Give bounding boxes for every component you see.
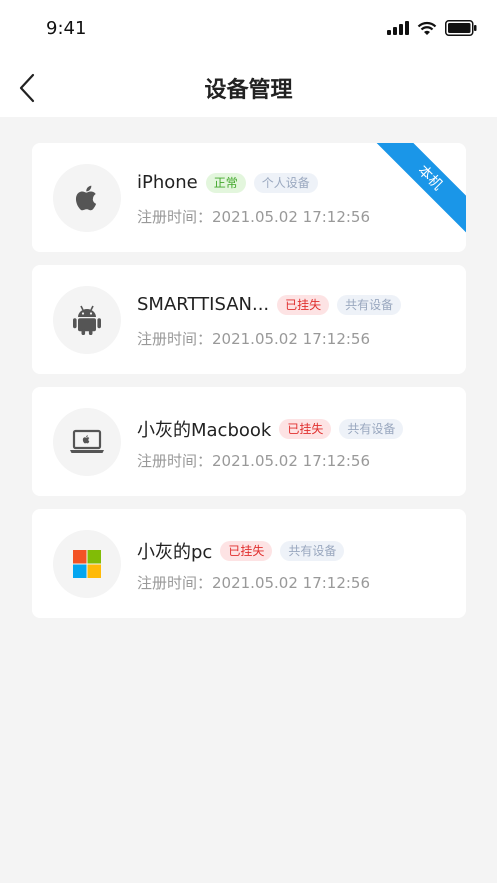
device-card-smarttisan[interactable]: SMARTTISAN... 已挂失 共有设备 注册时间：2021.05.02 1… [32, 265, 466, 374]
device-card-iphone[interactable]: iPhone 正常 个人设备 注册时间：2021.05.02 17:12:56 … [32, 143, 466, 252]
device-list: iPhone 正常 个人设备 注册时间：2021.05.02 17:12:56 … [32, 143, 466, 631]
device-title-row: 小灰的pc 已挂失 共有设备 [137, 538, 352, 564]
windows-icon [73, 550, 101, 578]
android-icon [73, 305, 101, 335]
status-time: 9:41 [46, 18, 87, 39]
device-name: 小灰的pc [137, 542, 213, 563]
device-icon-wrap [53, 286, 121, 354]
device-type-badge: 共有设备 [337, 294, 402, 315]
device-title-row: iPhone 正常 个人设备 [137, 172, 326, 193]
device-title-row: 小灰的Macbook 已挂失 共有设备 [137, 416, 411, 442]
laptop-icon [70, 429, 104, 453]
apple-icon [75, 185, 97, 211]
device-type-badge: 个人设备 [253, 172, 318, 193]
wifi-icon [417, 21, 437, 35]
current-device-ribbon: 本机 [371, 143, 466, 237]
device-icon-wrap [53, 408, 121, 476]
device-card-pc[interactable]: 小灰的pc 已挂失 共有设备 注册时间：2021.05.02 17:12:56 [32, 509, 466, 618]
device-type-badge: 共有设备 [280, 541, 345, 561]
register-time: 注册时间：2021.05.02 17:12:56 [137, 452, 371, 470]
register-time: 注册时间：2021.05.02 17:12:56 [137, 574, 371, 592]
status-icons [387, 20, 477, 36]
device-name: SMARTTISAN... [137, 294, 270, 315]
device-name: iPhone [137, 172, 198, 193]
signal-icon [387, 21, 409, 35]
status-badge: 已挂失 [220, 541, 273, 561]
device-type-badge: 共有设备 [339, 419, 404, 439]
device-title-row: SMARTTISAN... 已挂失 共有设备 [137, 294, 409, 315]
device-card-macbook[interactable]: 小灰的Macbook 已挂失 共有设备 注册时间：2021.05.02 17:1… [32, 387, 466, 496]
status-badge: 正常 [205, 172, 246, 193]
device-icon-wrap [53, 164, 121, 232]
device-icon-wrap [53, 530, 121, 598]
status-badge: 已挂失 [277, 294, 330, 315]
header: 9:41 设备管理 [0, 0, 497, 117]
register-time: 注册时间：2021.05.02 17:12:56 [137, 330, 371, 348]
page-title: 设备管理 [204, 78, 293, 103]
battery-icon [445, 20, 477, 36]
device-name: 小灰的Macbook [137, 420, 272, 441]
status-badge: 已挂失 [279, 419, 332, 439]
register-time: 注册时间：2021.05.02 17:12:56 [137, 208, 371, 226]
